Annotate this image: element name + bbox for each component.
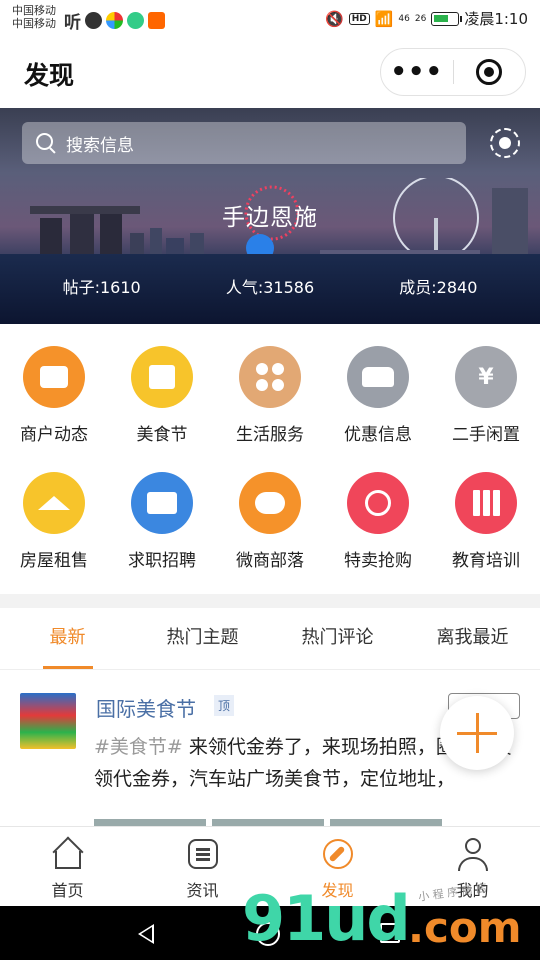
video-icon: [148, 12, 165, 29]
nav-home[interactable]: 首页: [0, 827, 135, 906]
section-divider: [0, 594, 540, 608]
home-circle-icon[interactable]: [256, 922, 280, 946]
title-bar: 发现 •••: [0, 38, 540, 108]
nav-label: 资讯: [186, 881, 219, 900]
home-icon: [51, 836, 85, 871]
yen-icon: ¥: [455, 346, 517, 408]
post-image[interactable]: [212, 819, 324, 826]
chat-icon: [239, 472, 301, 534]
grid-item-food[interactable]: 美食节: [108, 346, 216, 445]
news-icon: [186, 837, 220, 871]
stat-popularity: 人气:31586: [225, 278, 315, 297]
compass-icon: [321, 837, 355, 871]
post-images: [94, 819, 442, 826]
grid-label: 商户动态: [20, 425, 88, 445]
page-title: 发现: [24, 61, 75, 90]
grid-item-education[interactable]: 教育培训: [432, 472, 540, 571]
search-bar[interactable]: 搜索信息: [22, 122, 466, 164]
shopping-bag-icon: [131, 346, 193, 408]
stopwatch-icon: [347, 472, 409, 534]
hero-banner: 搜索信息 手边恩施 帖子:1610 人气:31586 成员:2840: [0, 108, 540, 324]
grid-label: 美食节: [136, 425, 188, 445]
banner-stats: 帖子:1610 人气:31586 成员:2840: [0, 274, 540, 298]
search-icon: [36, 133, 56, 153]
signal-2-label: 26: [414, 13, 427, 24]
category-grid: 商户动态 美食节 生活服务 优惠信息 ¥ 二手闲置 房屋租售 求职招聘 微商部落…: [0, 324, 540, 594]
notification-icons: 听: [64, 8, 165, 33]
system-status: 🔇 HD 📶 46 26 凌晨1:10: [325, 8, 528, 29]
post-thumbnail[interactable]: [20, 693, 76, 749]
grid-label: 二手闲置: [452, 425, 520, 445]
listen-icon: 听: [64, 13, 81, 33]
grid-label: 微商部落: [236, 551, 304, 571]
grid-label: 房屋租售: [20, 551, 88, 571]
back-icon[interactable]: [138, 924, 154, 944]
nav-news[interactable]: 资讯: [135, 827, 270, 906]
tab-hot-topics[interactable]: 热门主题: [135, 608, 270, 669]
clock: 凌晨1:10: [464, 10, 528, 28]
close-button[interactable]: [454, 59, 526, 85]
books-icon: [455, 472, 517, 534]
grid-item-housing[interactable]: 房屋租售: [0, 472, 108, 571]
tab-hot-comments[interactable]: 热门评论: [270, 608, 405, 669]
post-image[interactable]: [330, 819, 442, 826]
grid-item-shop[interactable]: 商户动态: [0, 346, 108, 445]
signal-1-label: 46: [398, 13, 410, 24]
post-title[interactable]: 国际美食节: [96, 693, 196, 722]
briefcase-icon: [131, 472, 193, 534]
sun-icon[interactable]: [490, 128, 520, 158]
battery-icon: [431, 11, 463, 26]
grid-item-jobs[interactable]: 求职招聘: [108, 472, 216, 571]
nav-label: 发现: [321, 881, 354, 900]
app-icon: [106, 12, 123, 29]
grid-label: 生活服务: [236, 425, 304, 445]
grid-label: 特卖抢购: [344, 551, 412, 571]
wifi-icon: 📶: [374, 9, 394, 28]
bottom-nav: 首页 资讯 发现 我的: [0, 826, 540, 906]
wave-icon: [85, 12, 102, 29]
banner-title: 手边恩施: [222, 205, 318, 231]
carrier-info: 中国移动 中国移动: [12, 4, 56, 30]
pinned-badge: 顶: [214, 695, 235, 716]
system-nav-bar: [0, 906, 540, 960]
carrier-2: 中国移动: [12, 17, 56, 30]
stat-posts: 帖子:1610: [62, 278, 141, 297]
recents-icon[interactable]: [380, 923, 400, 943]
add-post-button[interactable]: [440, 696, 514, 770]
post-tag[interactable]: #美食节#: [94, 736, 183, 758]
play-icon: [127, 12, 144, 29]
profile-icon: [456, 837, 490, 871]
car-icon: [347, 346, 409, 408]
tab-latest[interactable]: 最新: [0, 608, 135, 669]
carrier-1: 中国移动: [12, 4, 56, 17]
grid-label: 教育培训: [452, 551, 520, 571]
grid-item-life[interactable]: 生活服务: [216, 346, 324, 445]
mute-icon: 🔇: [325, 9, 344, 28]
nav-label: 首页: [51, 881, 84, 900]
close-target-icon: [476, 59, 503, 85]
miniprogram-capsule: •••: [380, 48, 526, 96]
nav-discover[interactable]: 发现: [270, 827, 405, 906]
tab-nearby[interactable]: 离我最近: [405, 608, 540, 669]
grid-item-secondhand[interactable]: ¥ 二手闲置: [432, 346, 540, 445]
grid-item-flash-sale[interactable]: 特卖抢购: [324, 472, 432, 571]
grid-item-deals[interactable]: 优惠信息: [324, 346, 432, 445]
post-image[interactable]: [94, 819, 206, 826]
more-button[interactable]: •••: [381, 59, 453, 85]
stat-members: 成员:2840: [399, 278, 478, 297]
hd-icon: HD: [348, 12, 370, 25]
grid-item-wechat-business[interactable]: 微商部落: [216, 472, 324, 571]
nav-profile[interactable]: 我的: [405, 827, 540, 906]
grid-label: 优惠信息: [344, 425, 412, 445]
grid-label: 求职招聘: [128, 551, 196, 571]
search-placeholder: 搜索信息: [66, 135, 134, 156]
nav-label: 我的: [456, 881, 489, 900]
shop-icon: [23, 346, 85, 408]
house-icon: [23, 472, 85, 534]
status-bar: 中国移动 中国移动 听 🔇 HD 📶 46 26 凌晨1:10: [0, 0, 540, 38]
clover-icon: [239, 346, 301, 408]
feed-tabs: 最新 热门主题 热门评论 离我最近: [0, 608, 540, 670]
